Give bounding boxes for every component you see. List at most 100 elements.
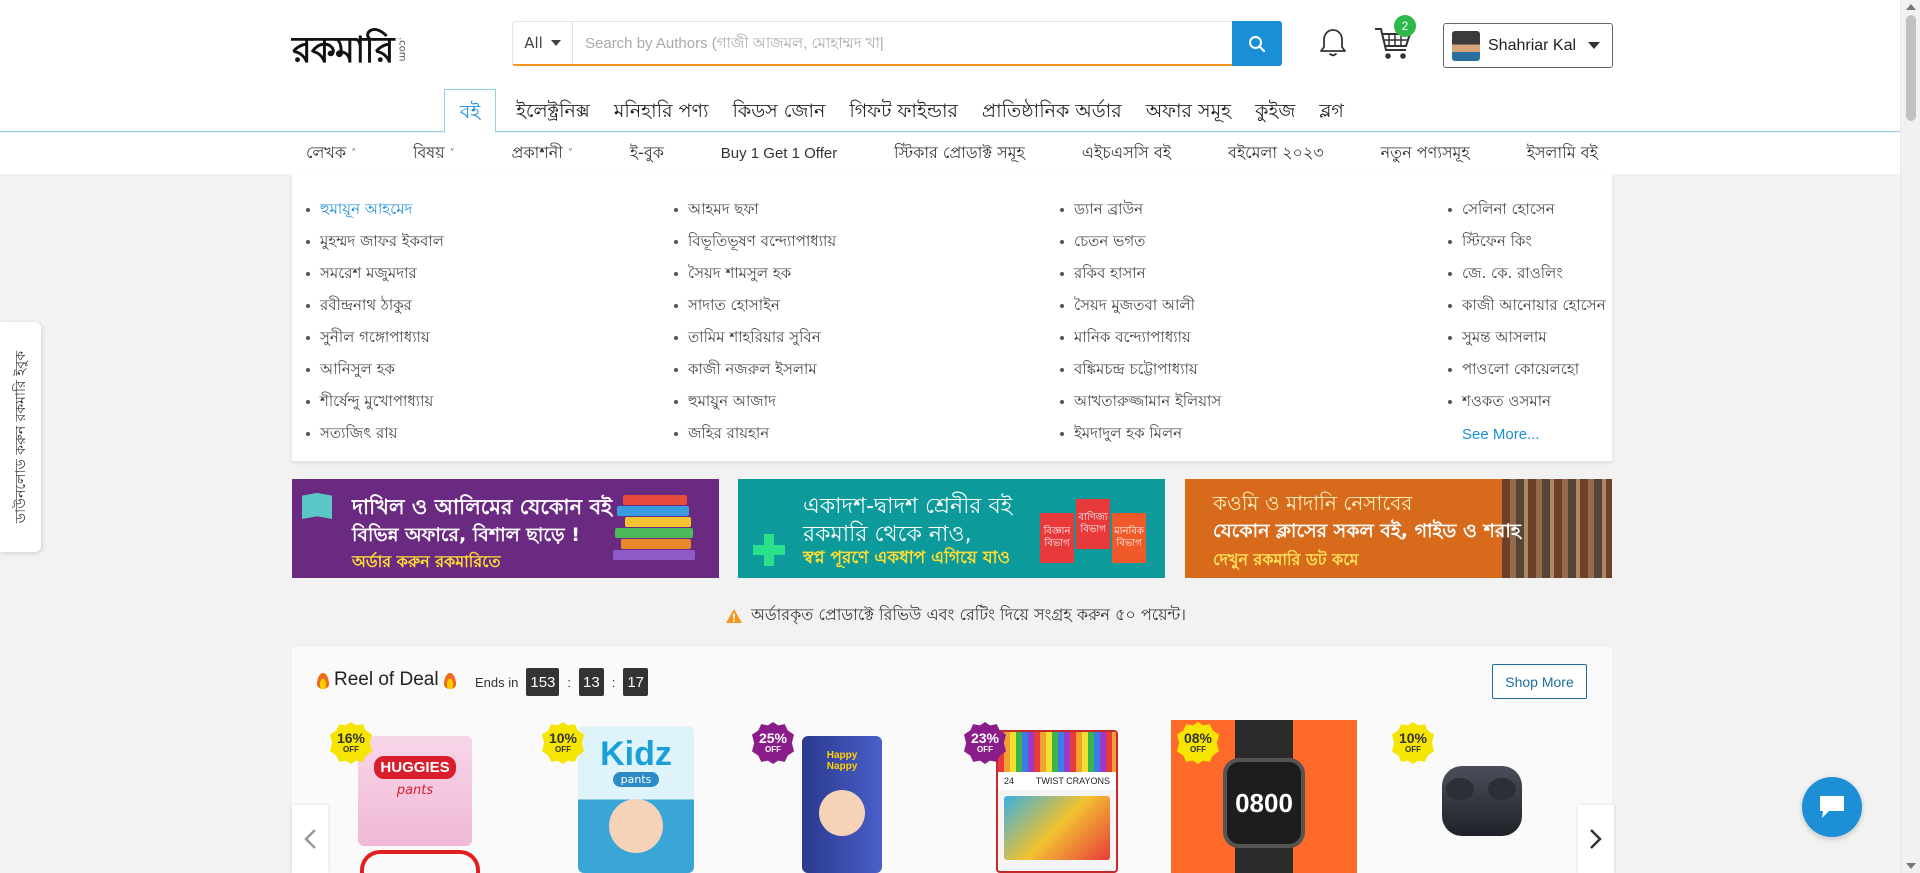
author-link[interactable]: মুহম্মদ জাফর ইকবাল [306, 226, 444, 258]
see-more-link[interactable]: See More... [1448, 418, 1606, 450]
author-link[interactable]: পাওলো কোয়েলহো [1448, 354, 1606, 386]
banner-cta: অর্ডার করুন রকমারিতে [352, 552, 501, 571]
commerce-tag: বাণিজ্য বিভাগ [1076, 499, 1110, 549]
ebook-download-label: ডাউনলোড করুন রকমারি ইবুক [12, 350, 29, 524]
nav-tab-kids-zone[interactable]: কিডস জোন [720, 89, 837, 132]
notice-text: অর্ডারকৃত প্রোডাক্টে রিভিউ এবং রেটিং দিয… [751, 605, 1186, 624]
banner-hsc-books[interactable]: একাদশ-দ্বাদশ শ্রেনীর বই রকমারি থেকে নাও,… [738, 479, 1165, 578]
baby-face [819, 790, 865, 836]
author-link[interactable]: শীর্ষেন্দু মুখোপাধ্যায় [306, 386, 444, 418]
caret-down-icon [550, 40, 561, 46]
scroll-thumb[interactable] [1906, 15, 1916, 121]
deal-product-card[interactable]: 25% OFF Happy Nappy [752, 722, 938, 873]
author-link[interactable]: বিভূতিভূষণ বন্দ্যোপাধ্যায় [674, 226, 836, 258]
chevron-right-icon [1590, 829, 1602, 849]
subnav-ebook[interactable]: ই-বুক [630, 140, 664, 167]
author-link[interactable]: হুমায়ুন আজাদ [674, 386, 836, 418]
author-link[interactable]: সুমন্ত আসলাম [1448, 322, 1606, 354]
author-link[interactable]: হুমায়ূন আহমেদ [306, 194, 444, 226]
author-link[interactable]: কাজী আনোয়ার হোসেন [1448, 290, 1606, 322]
author-column: সেলিনা হোসেন স্টিফেন কিং জে. কে. রাওলিং … [1448, 194, 1606, 450]
nav-tab-offers[interactable]: অফার সমূহ [1134, 89, 1243, 132]
notification-bell-icon[interactable] [1316, 26, 1350, 60]
search-category-select[interactable]: All [513, 22, 573, 64]
author-link[interactable]: শওকত ওসমান [1448, 386, 1606, 418]
carousel-prev-button[interactable] [292, 805, 328, 873]
author-link[interactable]: সত্যজিৎ রায় [306, 418, 444, 450]
plus-icon [753, 534, 785, 566]
product-image-extra [360, 850, 480, 873]
author-link[interactable]: কাজী নজরুল ইসলাম [674, 354, 836, 386]
search-category-label: All [524, 34, 543, 52]
product-brand: Kidz [600, 735, 672, 773]
author-link[interactable]: সুনীল গঙ্গোপাধ্যায় [306, 322, 444, 354]
author-link[interactable]: স্টিফেন কিং [1448, 226, 1606, 258]
banner-qawmi-madani[interactable]: কওমি ও মাদানি নেসাবের যেকোন ক্লাসের সকল … [1185, 479, 1612, 578]
deal-title-text: Reel of Deal [334, 669, 439, 690]
author-link[interactable]: মানিক বন্দ্যোপাধ্যায় [1060, 322, 1221, 354]
deal-product-card[interactable]: 10% OFF [1392, 722, 1578, 873]
subnav-sticker[interactable]: স্টিকার প্রোডাক্ট সমূহ [894, 140, 1025, 167]
author-link[interactable]: আখতারুজ্জামান ইলিয়াস [1060, 386, 1221, 418]
subnav-writer[interactable]: লেখক ˄ [306, 140, 356, 167]
subnav-hsc[interactable]: এইচএসসি বই [1082, 140, 1171, 167]
banner-dakhil-alim[interactable]: দাখিল ও আলিমের যেকোন বই বিভিন্ন অফারে, ব… [292, 479, 719, 578]
subnav-book-fair[interactable]: বইমেলা ২০২৩ [1228, 140, 1324, 167]
scroll-up-arrow[interactable] [1906, 4, 1916, 10]
author-link[interactable]: জে. কে. রাওলিং [1448, 258, 1606, 290]
page-scrollbar[interactable] [1900, 0, 1920, 873]
nav-tab-blog[interactable]: ব্লগ [1307, 89, 1356, 132]
nav-tab-gift-finder[interactable]: গিফট ফাইন্ডার [837, 89, 970, 132]
nav-tab-books[interactable]: বই [444, 89, 496, 133]
nav-tab-institutional-order[interactable]: প্রাতিষ্ঠানিক অর্ডার [970, 89, 1134, 132]
subnav-offer[interactable]: Buy 1 Get 1 Offer [721, 145, 837, 162]
nav-tab-electronics[interactable]: ইলেক্ট্রনিক্স [504, 89, 602, 132]
author-link[interactable]: চেতন ভগত [1060, 226, 1221, 258]
ends-in-label: Ends in [475, 674, 519, 690]
banner-cta: দেখুন রকমারি ডট কমে [1213, 550, 1359, 569]
writer-dropdown: হুমায়ূন আহমেদ মুহম্মদ জাফর ইকবাল সমরেশ … [292, 174, 1612, 461]
watch-face: 0800 [1223, 758, 1305, 848]
author-link[interactable]: ইমদাদুল হক মিলন [1060, 418, 1221, 450]
caret-down-icon [1588, 42, 1600, 49]
live-chat-button[interactable] [1802, 777, 1862, 837]
chat-icon [1820, 796, 1844, 818]
shop-more-button[interactable]: Shop More [1492, 664, 1587, 699]
nav-tab-quiz[interactable]: কুইজ [1243, 89, 1307, 132]
product-brand: Happy Nappy [826, 750, 858, 772]
author-link[interactable]: আনিসুল হক [306, 354, 444, 386]
author-link[interactable]: সৈয়দ মুজতবা আলী [1060, 290, 1221, 322]
ebook-download-tab[interactable]: ডাউনলোড করুন রকমারি ইবুক [0, 322, 41, 552]
author-link[interactable]: তামিম শাহরিয়ার সুবিন [674, 322, 836, 354]
scroll-down-arrow[interactable] [1906, 863, 1916, 869]
author-link[interactable]: জহির রায়হান [674, 418, 836, 450]
site-header: রকমারি .com All 2 Shahriar Kal বই ইলেক্ট… [0, 0, 1900, 133]
search-input[interactable] [573, 22, 1232, 64]
author-link[interactable]: রকিব হাসান [1060, 258, 1221, 290]
deal-product-card[interactable]: 0800 08% OFF [1171, 720, 1363, 873]
subnav-islamic[interactable]: ইসলামি বই [1527, 140, 1598, 167]
deal-product-card[interactable]: 16% OFF HUGGIES pants [330, 722, 516, 873]
carousel-next-button[interactable] [1578, 805, 1614, 873]
author-link[interactable]: বঙ্কিমচন্দ্র চট্টোপাধ্যায় [1060, 354, 1221, 386]
sub-nav: লেখক ˄ বিষয় ˅ প্রকাশনী ˅ ই-বুক Buy 1 Get 1… [0, 133, 1900, 174]
site-logo[interactable]: রকমারি .com [292, 22, 408, 70]
subnav-new-products[interactable]: নতুন পণ্যসমূহ [1381, 140, 1470, 167]
deal-product-card[interactable]: 10% OFF Kidz pants [542, 722, 728, 873]
subnav-subject[interactable]: বিষয় ˅ [413, 140, 455, 167]
author-link[interactable]: সেলিনা হোসেন [1448, 194, 1606, 226]
deal-title: Reel of Deal [316, 669, 457, 691]
discount-off: OFF [977, 745, 993, 754]
author-link[interactable]: আহমদ ছফা [674, 194, 836, 226]
subnav-publisher[interactable]: প্রকাশনী ˅ [512, 140, 573, 167]
search-icon [1249, 35, 1266, 52]
author-link[interactable]: সাদাত হোসাইন [674, 290, 836, 322]
deal-product-card[interactable]: 23% OFF 24 TWIST CRAYONS [964, 722, 1150, 873]
search-button[interactable] [1232, 21, 1282, 66]
nav-tab-stationery[interactable]: মনিহারি পণ্য [602, 89, 721, 132]
author-link[interactable]: রবীন্দ্রনাথ ঠাকুর [306, 290, 444, 322]
author-link[interactable]: সৈয়দ শামসুল হক [674, 258, 836, 290]
user-menu-button[interactable]: Shahriar Kal [1443, 23, 1613, 68]
author-link[interactable]: সমরেশ মজুমদার [306, 258, 444, 290]
author-link[interactable]: ড্যান ব্রাউন [1060, 194, 1221, 226]
